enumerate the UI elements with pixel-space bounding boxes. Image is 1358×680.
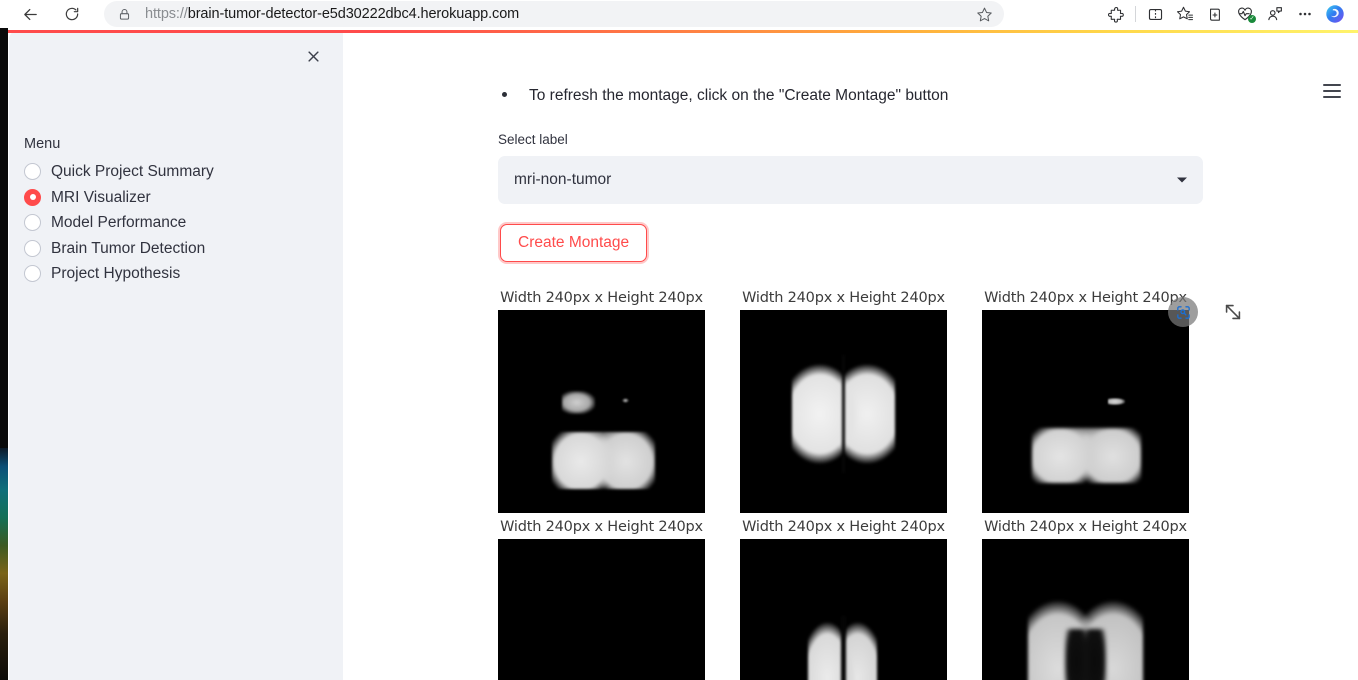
main-content: To refresh the montage, click on the "Cr…: [343, 31, 1358, 680]
mri-image[interactable]: [982, 310, 1189, 514]
favorites-icon[interactable]: [1170, 1, 1200, 27]
copilot-icon[interactable]: [1320, 1, 1350, 27]
select-label: Select label: [498, 132, 568, 148]
more-options-icon[interactable]: [1290, 1, 1320, 27]
montage-caption: Width 240px x Height 240px: [984, 290, 1187, 307]
collections-icon[interactable]: [1200, 1, 1230, 27]
sidebar: Menu Quick Project Summary MRI Visualize…: [9, 31, 343, 680]
essentials-status-badge: ✓: [1248, 15, 1256, 23]
sidebar-item-label: Brain Tumor Detection: [51, 239, 206, 257]
montage-caption: Width 240px x Height 240px: [500, 519, 703, 536]
montage-caption: Width 240px x Height 240px: [984, 519, 1187, 536]
mri-image[interactable]: [498, 539, 705, 680]
background-window-gradient: [0, 448, 8, 680]
montage-grid: Width 240px x Height 240px Width 240px x…: [498, 284, 1203, 680]
mri-scan-render: [982, 310, 1189, 513]
radio-icon: [24, 163, 41, 181]
hamburger-bar: [1323, 96, 1341, 99]
mri-lesion-spot: [1108, 397, 1125, 405]
split-screen-icon[interactable]: [1140, 1, 1170, 27]
radio-icon: [24, 239, 41, 257]
mri-scan-render: [982, 539, 1189, 680]
page-loading-progress-bar: [8, 30, 1358, 33]
mri-image[interactable]: [740, 310, 947, 514]
select-selected-value: mri-non-tumor: [514, 171, 612, 189]
hamburger-menu-icon[interactable]: [1316, 76, 1348, 106]
lock-icon: [118, 8, 131, 21]
montage-item: Width 240px x Height 240px: [982, 513, 1189, 680]
chevron-down-icon: [1177, 177, 1187, 183]
hamburger-bar: [1323, 89, 1341, 93]
sidebar-item-label: MRI Visualizer: [51, 188, 151, 206]
mri-image[interactable]: [982, 539, 1189, 680]
bullet-point-icon: [502, 92, 507, 97]
montage-item: Width 240px x Height 240px: [498, 284, 705, 514]
montage-item: Width 240px x Height 240px: [498, 513, 705, 680]
sidebar-item-model-performance[interactable]: Model Performance: [24, 210, 324, 236]
mri-image[interactable]: [740, 539, 947, 680]
instruction-text: To refresh the montage, click on the "Cr…: [529, 87, 949, 104]
mri-scan-render: [740, 310, 947, 513]
radio-icon: [24, 265, 41, 283]
browser-essentials-icon[interactable]: ✓: [1230, 1, 1260, 27]
url-scheme: https://: [145, 6, 188, 22]
montage-caption: Width 240px x Height 240px: [742, 290, 945, 307]
montage-caption: Width 240px x Height 240px: [500, 290, 703, 307]
browser-toolbar-right: ✓: [1101, 0, 1358, 28]
create-montage-button[interactable]: Create Montage: [500, 224, 648, 263]
sidebar-radio-group: Quick Project Summary MRI Visualizer Mod…: [24, 159, 324, 287]
sidebar-item-brain-tumor-detection[interactable]: Brain Tumor Detection: [24, 236, 324, 262]
browser-toolbar: https://brain-tumor-detector-e5d30222dbc…: [0, 0, 1358, 28]
montage-item: Width 240px x Height 240px: [982, 284, 1189, 514]
mri-lesion-spot: [622, 397, 630, 403]
create-montage-button-focus-ring: Create Montage: [498, 222, 650, 265]
mri-scan-render: [740, 539, 947, 680]
hamburger-bar: [1323, 83, 1341, 86]
radio-icon-selected: [24, 188, 41, 206]
visual-search-icon[interactable]: [1168, 297, 1198, 327]
sidebar-item-project-hypothesis[interactable]: Project Hypothesis: [24, 261, 324, 287]
sidebar-close-icon[interactable]: [297, 40, 329, 72]
mri-scan-render: [498, 310, 705, 513]
montage-caption: Width 240px x Height 240px: [742, 519, 945, 536]
url-domain: brain-tumor-detector-e5d30222dbc4.heroku…: [187, 6, 520, 22]
fullscreen-expand-icon[interactable]: [1222, 301, 1244, 323]
sidebar-item-quick-project-summary[interactable]: Quick Project Summary: [24, 159, 324, 185]
content-column: To refresh the montage, click on the "Cr…: [498, 31, 1203, 680]
page-viewport: Menu Quick Project Summary MRI Visualize…: [0, 28, 1358, 680]
reload-button[interactable]: [56, 1, 88, 27]
profile-icon[interactable]: [1260, 1, 1290, 27]
address-bar[interactable]: https://brain-tumor-detector-e5d30222dbc…: [104, 1, 1004, 27]
montage-item: Width 240px x Height 240px: [740, 284, 947, 514]
label-select[interactable]: mri-non-tumor: [498, 156, 1203, 205]
sidebar-item-mri-visualizer[interactable]: MRI Visualizer: [24, 185, 324, 211]
url-text: https://brain-tumor-detector-e5d30222dbc…: [145, 6, 519, 22]
mri-scan-render: [498, 539, 705, 680]
montage-item: Width 240px x Height 240px: [740, 513, 947, 680]
favorite-star-icon[interactable]: [974, 4, 994, 24]
back-button[interactable]: [14, 1, 46, 27]
sidebar-menu-title: Menu: [24, 136, 61, 152]
sidebar-item-label: Quick Project Summary: [51, 163, 214, 180]
extensions-icon[interactable]: [1101, 1, 1131, 27]
sidebar-item-label: Model Performance: [51, 214, 187, 231]
background-window-edge: [0, 28, 8, 680]
radio-icon: [24, 214, 41, 232]
toolbar-divider: [1135, 6, 1136, 22]
instruction-bullet: To refresh the montage, click on the "Cr…: [498, 84, 1203, 107]
mri-image[interactable]: [498, 310, 705, 514]
sidebar-item-label: Project Hypothesis: [51, 265, 181, 282]
